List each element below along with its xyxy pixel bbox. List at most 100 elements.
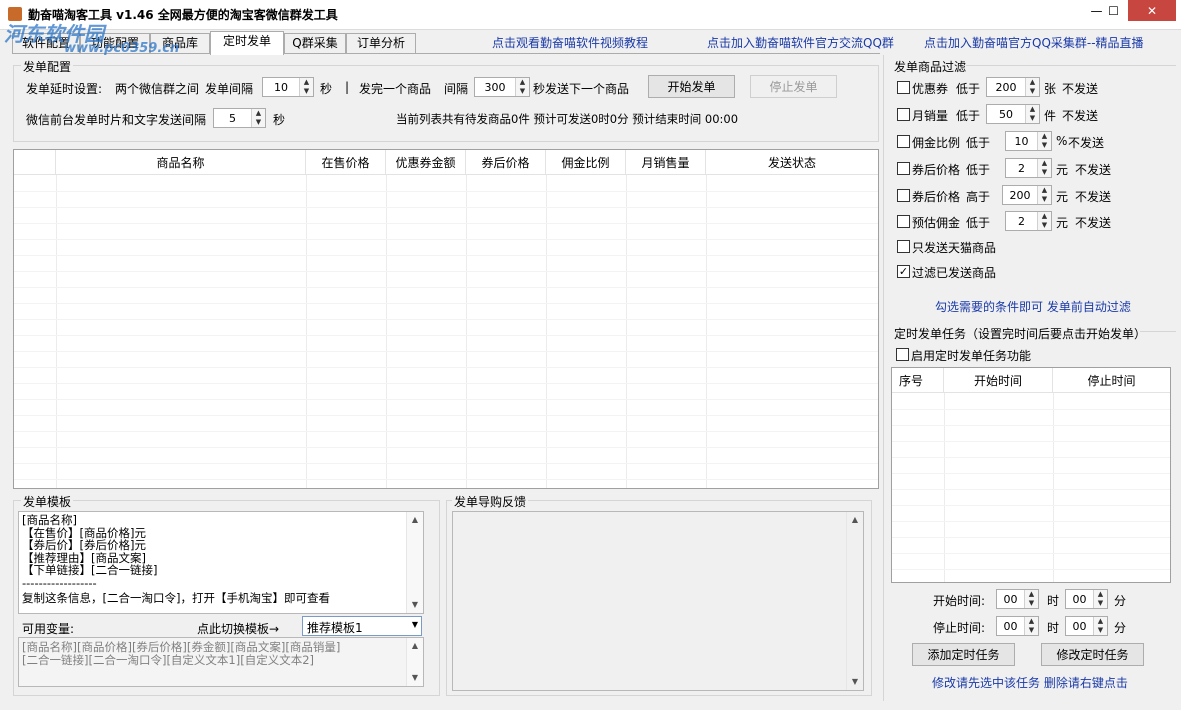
template-select[interactable]: 推荐模板1 ▼ bbox=[302, 616, 422, 636]
grid-line bbox=[892, 505, 1170, 506]
spin-arrows-icon[interactable]: ▲ ▼ bbox=[1024, 617, 1038, 635]
column-header-seq[interactable]: 序号 bbox=[892, 368, 944, 393]
spin-arrows-icon[interactable]: ▲ ▼ bbox=[1037, 186, 1051, 204]
column-header-index[interactable] bbox=[14, 150, 56, 175]
scroll-up-icon[interactable]: ▲ bbox=[847, 512, 863, 528]
schedule-table[interactable]: 序号 开始时间 停止时间 bbox=[891, 367, 1171, 583]
spin-arrows-icon[interactable]: ▲ ▼ bbox=[1025, 78, 1039, 96]
spin-arrows-icon[interactable]: ▲ ▼ bbox=[1025, 105, 1039, 123]
filter-title: 发单商品过滤 bbox=[892, 58, 969, 75]
feedback-textarea[interactable]: ▲ ▼ bbox=[452, 511, 864, 691]
start-minute-stepper[interactable]: 00 ▲ ▼ bbox=[1065, 589, 1108, 609]
grid-line bbox=[892, 409, 1170, 410]
column-header-start-time[interactable]: 开始时间 bbox=[944, 368, 1053, 393]
column-header-coupon[interactable]: 优惠券金额 bbox=[386, 150, 466, 175]
maximize-button[interactable]: ☐ bbox=[1100, 0, 1127, 21]
filter-hint: 勾选需要的条件即可 发单前自动过滤 bbox=[935, 300, 1131, 314]
filter-monthly-sales-checkbox[interactable] bbox=[897, 108, 910, 121]
watermark-url: www.pc0359.cn bbox=[64, 41, 180, 56]
queue-status-text: 当前列表共有待发商品0件 预计可发送0时0分 预计结束时间 00:00 bbox=[396, 112, 739, 126]
column-header-monthly-sales[interactable]: 月销售量 bbox=[626, 150, 706, 175]
tmall-only-checkbox[interactable] bbox=[897, 240, 910, 253]
join-qq-group-link[interactable]: 点击加入勤奋喵软件官方交流QQ群 bbox=[707, 34, 894, 51]
grid-line bbox=[14, 351, 878, 352]
grid-line bbox=[14, 207, 878, 208]
column-header-price[interactable]: 在售价格 bbox=[306, 150, 386, 175]
gap-label: 间隔 bbox=[444, 82, 469, 96]
grid-line bbox=[892, 521, 1170, 522]
grid-line bbox=[386, 175, 387, 488]
spin-arrows-icon[interactable]: ▲ ▼ bbox=[1093, 617, 1107, 635]
grid-line bbox=[14, 255, 878, 256]
filter-after-coupon-low-checkbox[interactable] bbox=[897, 162, 910, 175]
spin-arrows-icon[interactable]: ▲ ▼ bbox=[1037, 132, 1051, 150]
filter-est-commission-label: 预估佣金 bbox=[912, 216, 961, 230]
gap-stepper[interactable]: 300 ▲ ▼ bbox=[474, 77, 530, 97]
feedback-scrollbar[interactable]: ▲ ▼ bbox=[846, 512, 863, 690]
tab-scheduled-send[interactable]: 定时发单 bbox=[210, 31, 284, 55]
scroll-down-icon[interactable]: ▼ bbox=[407, 597, 423, 613]
filter-coupon-stepper[interactable]: 200 ▲ ▼ bbox=[986, 77, 1040, 97]
column-header-commission[interactable]: 佣金比例 bbox=[546, 150, 626, 175]
enable-schedule-checkbox[interactable] bbox=[896, 348, 909, 361]
spin-arrows-icon[interactable]: ▲ ▼ bbox=[1037, 159, 1051, 177]
filter-unit: 元 bbox=[1056, 190, 1069, 204]
column-header-stop-time[interactable]: 停止时间 bbox=[1053, 368, 1170, 393]
img-text-interval-stepper[interactable]: 5 ▲ ▼ bbox=[213, 108, 266, 128]
column-header-send-status[interactable]: 发送状态 bbox=[706, 150, 878, 175]
filter-sent-checkbox[interactable]: ✓ bbox=[897, 265, 910, 278]
scroll-up-icon[interactable]: ▲ bbox=[407, 638, 423, 654]
spin-arrows-icon[interactable]: ▲ ▼ bbox=[299, 78, 313, 96]
scroll-up-icon[interactable]: ▲ bbox=[407, 512, 423, 528]
spin-arrows-icon[interactable]: ▲ ▼ bbox=[515, 78, 529, 96]
tab-order-analysis[interactable]: 订单分析 bbox=[346, 33, 416, 53]
grid-line bbox=[14, 239, 878, 240]
add-schedule-button[interactable]: 添加定时任务 bbox=[912, 643, 1015, 666]
interval-stepper[interactable]: 10 ▲ ▼ bbox=[262, 77, 314, 97]
stop-send-button[interactable]: 停止发单 bbox=[750, 75, 837, 98]
video-tutorial-link[interactable]: 点击观看勤奋喵软件视频教程 bbox=[492, 34, 648, 51]
filter-after-coupon-high-checkbox[interactable] bbox=[897, 189, 910, 202]
column-header-after-coupon[interactable]: 券后价格 bbox=[466, 150, 546, 175]
filter-cond: 高于 bbox=[966, 190, 991, 204]
filter-coupon-checkbox[interactable] bbox=[897, 81, 910, 94]
filter-value: 2 bbox=[1018, 214, 1025, 228]
scroll-down-icon[interactable]: ▼ bbox=[847, 674, 863, 690]
template-scrollbar[interactable]: ▲ ▼ bbox=[406, 512, 423, 613]
spin-arrows-icon[interactable]: ▲ ▼ bbox=[1024, 590, 1038, 608]
start-send-button[interactable]: 开始发单 bbox=[648, 75, 735, 98]
filter-cond: 低于 bbox=[966, 216, 991, 230]
tmall-only-label: 只发送天猫商品 bbox=[912, 241, 997, 255]
grid-line bbox=[14, 287, 878, 288]
filter-monthly-sales-stepper[interactable]: 50 ▲ ▼ bbox=[986, 104, 1040, 124]
product-table[interactable]: 商品名称 在售价格 优惠券金额 券后价格 佣金比例 月销售量 发送状态 bbox=[13, 149, 879, 489]
join-collect-group-link[interactable]: 点击加入勤奋喵官方QQ采集群--精品直播 bbox=[924, 34, 1144, 51]
tab-qq-group-collect[interactable]: Q群采集 bbox=[284, 33, 346, 53]
filter-commission-checkbox[interactable] bbox=[897, 135, 910, 148]
vars-textarea[interactable]: [商品名称][商品价格][券后价格][券金额][商品文案][商品销量] [二合一… bbox=[18, 637, 424, 687]
scroll-down-icon[interactable]: ▼ bbox=[407, 670, 423, 686]
chevron-down-icon[interactable]: ▼ bbox=[412, 620, 418, 629]
column-header-name[interactable]: 商品名称 bbox=[56, 150, 306, 175]
filter-suffix: 不发送 bbox=[1062, 82, 1099, 96]
filter-est-commission-stepper[interactable]: 2 ▲ ▼ bbox=[1005, 211, 1052, 231]
close-button[interactable]: ✕ bbox=[1128, 0, 1176, 21]
spin-arrows-icon[interactable]: ▲ ▼ bbox=[251, 109, 265, 127]
filter-suffix: 不发送 bbox=[1075, 216, 1112, 230]
filter-commission-stepper[interactable]: 10 ▲ ▼ bbox=[1005, 131, 1052, 151]
spin-arrows-icon[interactable]: ▲ ▼ bbox=[1093, 590, 1107, 608]
grid-line bbox=[14, 319, 878, 320]
filter-after-coupon-low-stepper[interactable]: 2 ▲ ▼ bbox=[1005, 158, 1052, 178]
grid-line bbox=[14, 415, 878, 416]
edit-schedule-button[interactable]: 修改定时任务 bbox=[1041, 643, 1144, 666]
stop-hour-stepper[interactable]: 00 ▲ ▼ bbox=[996, 616, 1039, 636]
spin-arrows-icon[interactable]: ▲ ▼ bbox=[1037, 212, 1051, 230]
filter-est-commission-checkbox[interactable] bbox=[897, 215, 910, 228]
start-hour-stepper[interactable]: 00 ▲ ▼ bbox=[996, 589, 1039, 609]
stop-minute-stepper[interactable]: 00 ▲ ▼ bbox=[1065, 616, 1108, 636]
filter-after-coupon-high-stepper[interactable]: 200 ▲ ▼ bbox=[1002, 185, 1052, 205]
delay-label: 发单延时设置: bbox=[26, 82, 103, 96]
stop-hour-value: 00 bbox=[1003, 619, 1018, 633]
vars-scrollbar[interactable]: ▲ ▼ bbox=[406, 638, 423, 686]
template-textarea[interactable]: [商品名称] 【在售价】[商品价格]元 【券后价】[券后价格]元 【推荐理由】[… bbox=[18, 511, 424, 614]
